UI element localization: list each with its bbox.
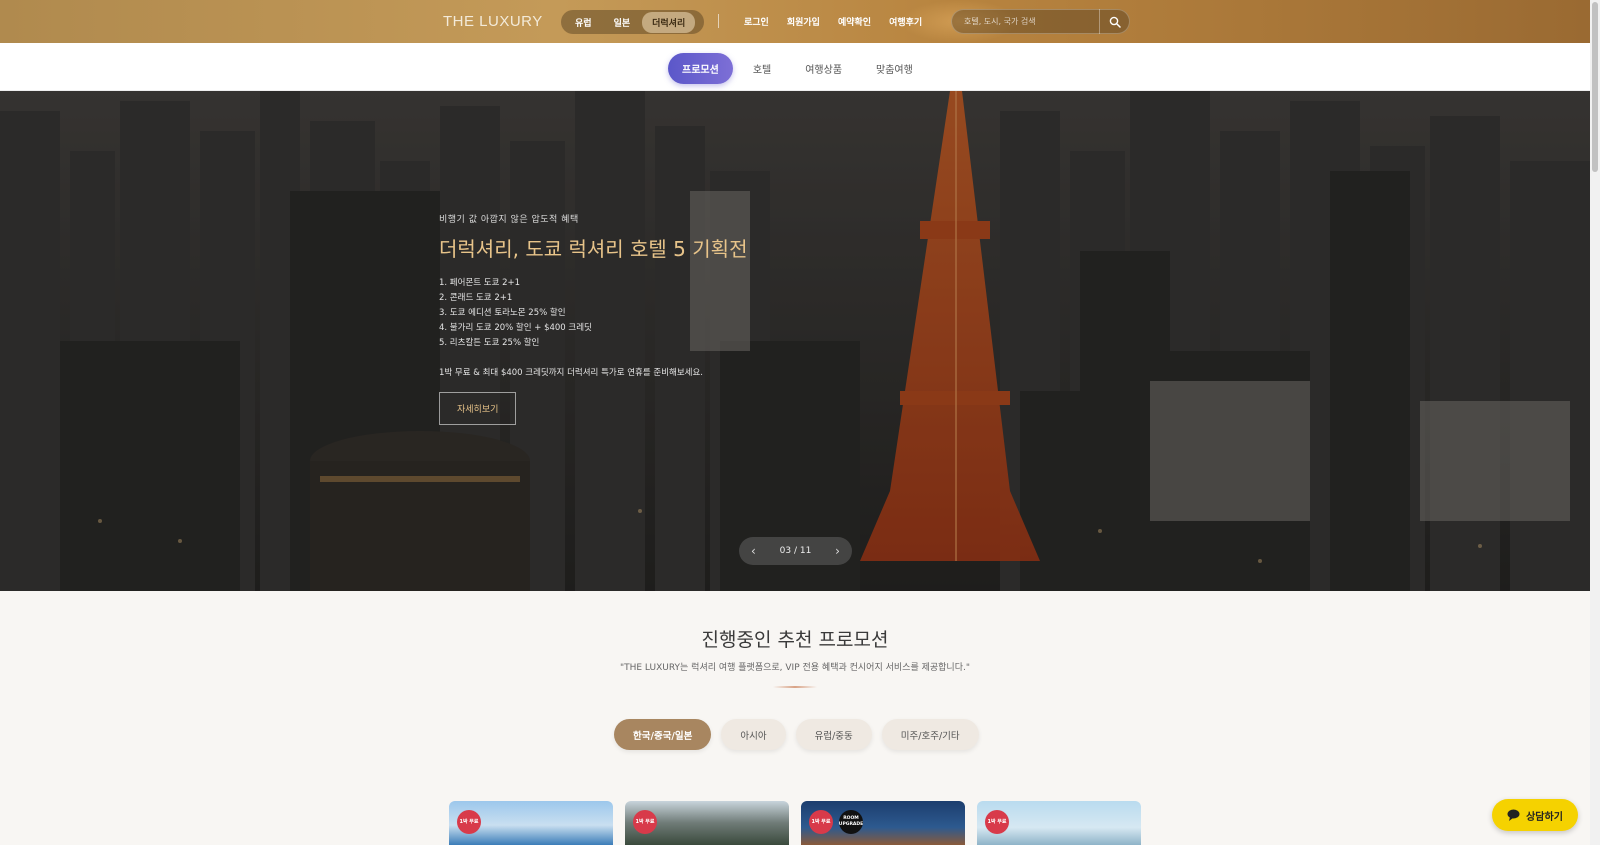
title-underline [773,686,817,688]
hero-description: 1박 무료 & 최대 $400 크레딧까지 더럭셔리 특가로 연휴를 준비해보세… [439,368,704,378]
hero-pager: ‹ 03 / 11 › [739,537,852,565]
region-tab-kor-chn-jpn[interactable]: 한국/중국/일본 [614,719,712,750]
reviews-link[interactable]: 여행후기 [889,15,922,28]
chevron-left-icon[interactable]: ‹ [751,544,756,558]
auth-links: 로그인 회원가입 예약확인 여행후기 [744,15,922,28]
hero-content: 비행기 값 아깝지 않은 압도적 혜택 더럭셔리, 도쿄 럭셔리 호텔 5 기획… [439,212,859,425]
tab-travel-products[interactable]: 여행상품 [791,53,856,84]
tab-promotion[interactable]: 프로모션 [668,53,733,84]
logo[interactable]: THE LUXURY [443,13,543,30]
promotion-title: 진행중인 추천 프로모션 [701,629,889,651]
free-night-badge: 1박 무료 [633,810,657,834]
promotion-subtitle: "THE LUXURY는 럭셔리 여행 플랫폼으로, VIP 전용 혜택과 컨시… [619,663,970,673]
free-night-badge: 1박 무료 [457,810,481,834]
promotion-section: 진행중인 추천 프로모션 "THE LUXURY는 럭셔리 여행 플랫폼으로, … [0,591,1590,845]
hero-list-item: 4. 불가리 도쿄 20% 할인 + $400 크레딧 [439,323,592,333]
sub-navigation: 프로모션 호텔 여행상품 맞춤여행 [0,43,1590,91]
page-scrollbar[interactable] [1590,0,1600,845]
promotion-card[interactable]: 1박 무료 [449,801,613,845]
hero-detail-button[interactable]: 자세히보기 [439,392,517,425]
region-theluxury[interactable]: 더럭셔리 [642,11,696,33]
promotion-card[interactable]: 1박 무료 ROOM UPGRADE [801,801,965,845]
hero-eyebrow: 비행기 값 아깝지 않은 압도적 혜택 [439,215,579,225]
promotion-card[interactable]: 1박 무료 [977,801,1141,845]
hero-list-item: 5. 리츠칼튼 도쿄 25% 할인 [439,338,540,348]
search-icon [1109,16,1121,28]
login-link[interactable]: 로그인 [744,15,769,28]
region-japan[interactable]: 일본 [604,12,641,33]
region-tab-americas-oceania[interactable]: 미주/호주/기타 [881,719,979,750]
hero-list-item: 3. 도쿄 에디션 토라노몬 25% 할인 [439,308,566,318]
search-input[interactable] [952,10,1099,33]
chat-consult-button[interactable]: 상담하기 [1492,799,1578,831]
booking-check-link[interactable]: 예약확인 [838,15,871,28]
signup-link[interactable]: 회원가입 [787,15,820,28]
chevron-right-icon[interactable]: › [835,544,840,558]
hero-list-item: 2. 콘래드 도쿄 2+1 [439,293,513,303]
scrollbar-thumb[interactable] [1592,2,1598,172]
promotion-card[interactable]: 1박 무료 [625,801,789,845]
top-header: THE LUXURY 유럽 일본 더럭셔리 로그인 회원가입 예약확인 여행후기 [0,0,1590,43]
pager-count: 03 / 11 [779,546,812,556]
promotion-cards: 1박 무료 1박 무료 1박 무료 ROOM UPGRADE 1박 무료 [449,801,1141,845]
region-europe[interactable]: 유럽 [565,12,602,33]
hero-hotel-list: 1. 페어몬트 도쿄 2+1 2. 콘래드 도쿄 2+1 3. 도쿄 에디션 토… [439,276,859,351]
hero-list-item: 1. 페어몬트 도쿄 2+1 [439,278,521,288]
chat-label: 상담하기 [1526,811,1563,823]
tab-custom-travel[interactable]: 맞춤여행 [862,53,927,84]
hero-title: 더럭셔리, 도쿄 럭셔리 호텔 5 기획전 [439,237,748,261]
search-button[interactable] [1099,9,1129,34]
hero-banner: 비행기 값 아깝지 않은 압도적 혜택 더럭셔리, 도쿄 럭셔리 호텔 5 기획… [0,91,1590,591]
tab-hotel[interactable]: 호텔 [739,53,785,84]
free-night-badge: 1박 무료 [985,810,1009,834]
region-switcher: 유럽 일본 더럭셔리 [561,10,704,34]
header-divider [718,14,719,28]
chat-bubble-icon [1507,809,1520,821]
region-tab-europe-middleeast[interactable]: 유럽/중동 [795,719,872,750]
room-upgrade-badge: ROOM UPGRADE [839,810,863,834]
region-tabs: 한국/중국/일본 아시아 유럽/중동 미주/호주/기타 [614,719,979,750]
region-tab-asia[interactable]: 아시아 [721,719,786,750]
search-box [951,9,1130,34]
free-night-badge: 1박 무료 [809,810,833,834]
